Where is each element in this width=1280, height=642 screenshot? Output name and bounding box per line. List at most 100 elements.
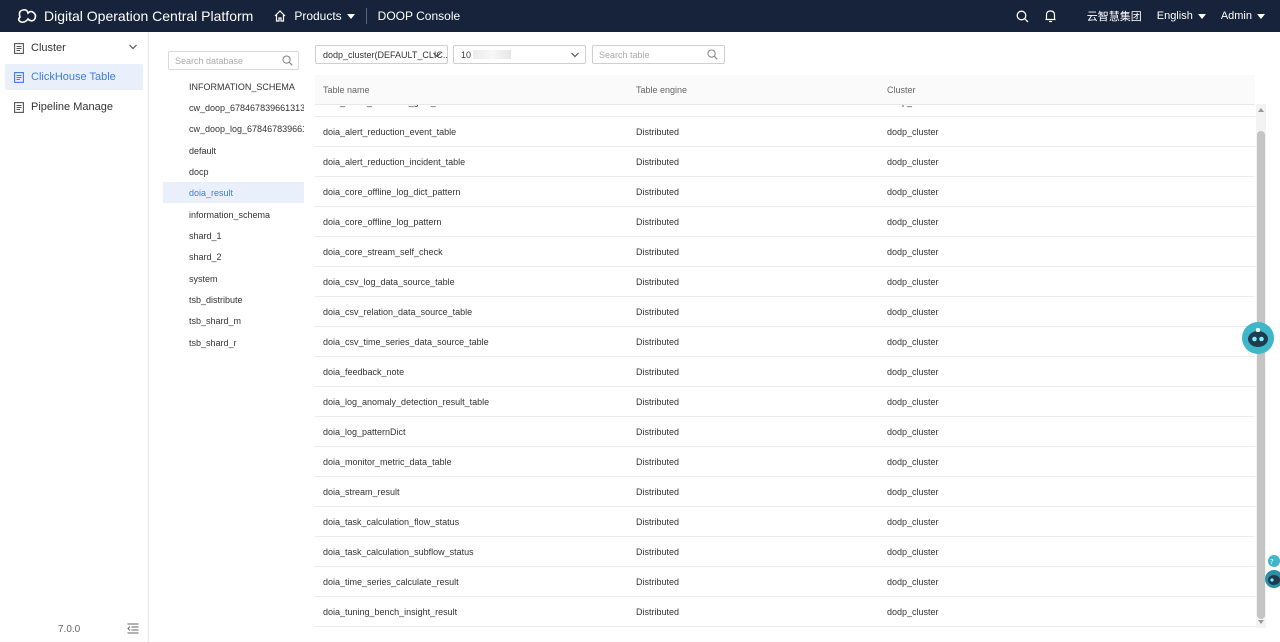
doc-icon [14,42,24,54]
table-row[interactable]: doia_task_calculation_flow_status Distri… [315,507,1255,537]
doc-icon [14,71,24,83]
table-row[interactable]: doia_monitor_metric_data_table Distribut… [315,447,1255,477]
database-item[interactable]: shard_1 [163,225,304,246]
table-cluster-cell: dodp_cluster [887,187,939,197]
table-engine-cell: Distributed [636,517,680,527]
database-item[interactable]: cw_doop_678467839661313 [163,97,304,118]
database-panel: INFORMATION_SCHEMA cw_doop_6784678396613… [163,43,304,628]
table-row[interactable]: doia_stream_result Distributed dodp_clus… [315,477,1255,507]
table-row[interactable]: doia_feedback_note Distributed dodp_clus… [315,357,1255,387]
table-cluster-cell: dodp_cluster [887,457,939,467]
sidebar-item-pipeline-manage[interactable]: Pipeline Manage [5,94,143,120]
table-row[interactable]: doia_csv_relation_data_source_table Dist… [315,297,1255,327]
table-cluster-cell: dodp_cluster [887,217,939,227]
sidebar-item-label: ClickHouse Table [31,71,116,83]
database-item[interactable]: system [163,268,304,289]
database-item[interactable]: default [163,140,304,161]
table-engine-cell: Distributed [636,277,680,287]
table-engine-cell: Distributed [636,547,680,557]
table-row[interactable]: doia_alert_reduction_incident_table Dist… [315,147,1255,177]
scroll-up-icon[interactable] [1258,108,1264,112]
sidebar-item-label: Pipeline Manage [31,101,113,113]
table-scrollbar[interactable] [1256,104,1266,628]
app-title: Digital Operation Central Platform [44,8,254,24]
table-name-cell: doia_stream_result [323,487,400,497]
table-cluster-cell: dodp_cluster [887,547,939,557]
table-name-cell: doia_log_anomaly_detection_result_table [323,397,490,407]
database-search-input[interactable] [169,52,281,69]
database-item[interactable]: tsb_shard_r [163,332,304,353]
table-row[interactable]: doia_tuning_bench_insight_result Distrib… [315,597,1255,627]
assistant-robot-icon[interactable] [1242,322,1274,354]
console-link[interactable]: DOOP Console [378,9,460,23]
search-icon[interactable] [1016,9,1030,23]
table-row[interactable]: doia_csv_log_data_source_table Distribut… [315,267,1255,297]
table-row[interactable]: doia_alert_reduction_event_table Distrib… [315,117,1255,147]
collapse-menu-icon[interactable] [127,623,139,634]
database-item[interactable]: information_schema [163,204,304,225]
language-select[interactable]: English [1157,10,1206,22]
table-name-cell: doia_core_stream_self_check [323,247,443,257]
table-cluster-cell: dodp_cluster [887,277,939,287]
database-item[interactable]: cw_doop_log_678467839661313 [163,118,304,139]
sidebar-item-label: Cluster [31,42,66,54]
table-name-cell: doia_core_offline_log_dict_pattern [323,187,461,197]
database-item[interactable]: doia_result [163,182,304,203]
table-row[interactable]: doia_core_offline_log_pattern Distribute… [315,207,1255,237]
table-name-cell: doia_alert_reduction_event_table [323,127,457,137]
products-menu[interactable]: Products [273,0,355,32]
table-row[interactable]: doia_task_calculation_subflow_status Dis… [315,537,1255,567]
org-name[interactable]: 云智慧集团 [1087,8,1142,24]
caret-down-icon [1197,13,1206,19]
database-item[interactable]: shard_2 [163,246,304,267]
top-right-tools: 云智慧集团 English Admin [1016,0,1280,32]
redacted-mask [473,50,512,59]
database-item[interactable]: docp [163,161,304,182]
home-icon [273,9,287,23]
table-engine-cell: Distributed [636,367,680,377]
sidebar: Cluster ClickHouse Table Pipeline Manage… [0,32,149,642]
table-name-cell: doia_task_calculation_flow_status [323,517,460,527]
cluster-select[interactable]: dodp_cluster(DEFAULT_CLIC... [315,45,448,64]
chevron-down-icon [129,44,137,50]
user-menu[interactable]: Admin [1221,10,1265,22]
column-header-table-engine: Table engine [636,85,688,95]
database-item[interactable]: tsb_shard_m [163,310,304,331]
table-search-input[interactable] [593,46,703,63]
column-header-table-name: Table name [323,85,370,95]
database-search [168,51,299,70]
svg-text:?: ? [1270,558,1274,566]
table-engine-cell: Distributed [636,427,680,437]
table-name-cell: doia_feedback_note [323,367,405,377]
search-icon[interactable] [707,49,718,60]
table-row[interactable]: doia_csv_time_series_data_source_table D… [315,327,1255,357]
table-name-cell: doia_time_series_calculate_result [323,577,459,587]
table-row[interactable]: doia_log_patternDict Distributed dodp_cl… [315,417,1255,447]
table-engine-cell: Distributed [636,487,680,497]
database-item[interactable]: INFORMATION_SCHEMA [163,76,304,97]
sidebar-item-clickhouse-table[interactable]: ClickHouse Table [5,64,143,90]
scroll-down-icon[interactable] [1258,620,1264,624]
table-row[interactable]: doia_core_stream_self_check Distributed … [315,237,1255,267]
table-cluster-cell: dodp_cluster [887,397,939,407]
table-engine-cell: Distributed [636,217,680,227]
doc-icon [14,101,24,113]
table-cluster-cell: dodp_cluster [887,577,939,587]
host-select[interactable]: 10 [453,45,586,64]
table-row[interactable]: doia_time_series_calculate_result Distri… [315,567,1255,597]
database-item[interactable]: tsb_distribute [163,289,304,310]
scroll-thumb[interactable] [1257,131,1265,619]
table-name-cell: doia_task_calculation_subflow_status [323,547,474,557]
table-row[interactable]: doia_log_anomaly_detection_result_table … [315,387,1255,417]
table-engine-cell: Distributed [636,337,680,347]
table-row[interactable]: doia_core_offline_log_dict_pattern Distr… [315,177,1255,207]
table-cluster-cell: dodp_cluster [887,337,939,347]
table-cluster-cell: dodp_cluster [887,127,939,137]
sidebar-item-cluster[interactable]: Cluster [5,35,143,61]
search-icon[interactable] [282,55,293,66]
bell-icon[interactable] [1044,9,1058,23]
table-search [592,45,725,64]
assistant-helper-icon[interactable]: ? [1262,553,1280,591]
table-name-cell: doia_monitor_metric_data_table [323,457,452,467]
brand[interactable]: Digital Operation Central Platform [0,0,253,32]
